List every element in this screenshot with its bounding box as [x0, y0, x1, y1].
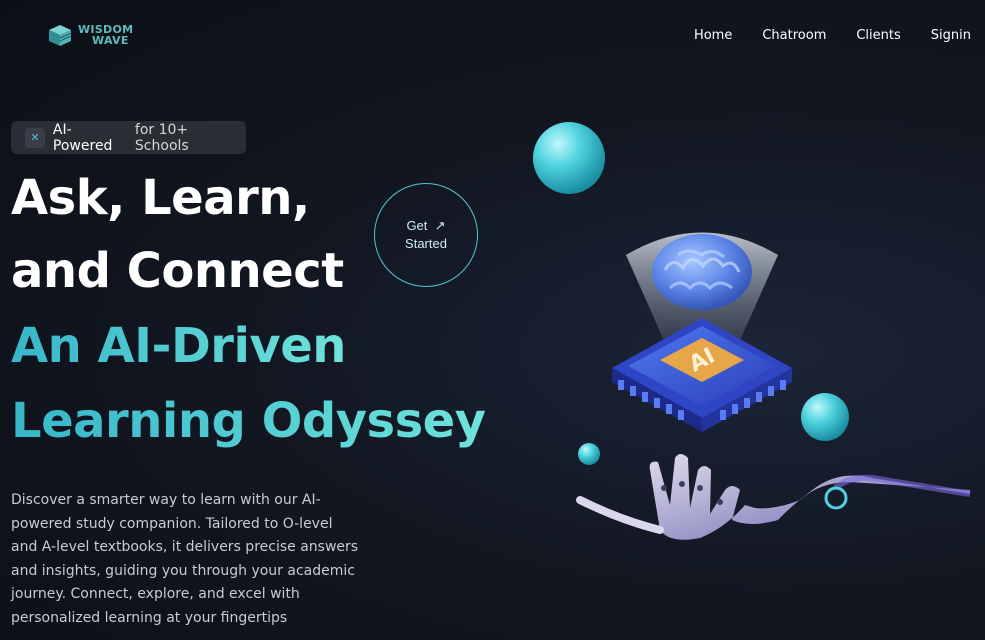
headline-line-4: Learning Odyssey — [11, 393, 486, 449]
sphere-small — [578, 443, 600, 465]
headline-line-1: Ask, Learn, — [11, 170, 310, 226]
cta-line-1: Get — [406, 218, 428, 233]
sparkle-icon: ✕ — [25, 127, 45, 148]
arrow-up-right-icon: ↗ — [431, 218, 446, 233]
brand-line2: WAVE — [92, 34, 129, 47]
nav-signin[interactable]: Signin — [931, 28, 971, 43]
books-icon — [49, 25, 72, 46]
brand-name: WISDOM WAVE — [78, 24, 133, 46]
nav-home[interactable]: Home — [694, 28, 732, 43]
main-nav: Home Chatroom Clients Signin — [664, 28, 971, 43]
ai-powered-badge: ✕ AI-Powered for 10+ Schools — [11, 121, 246, 154]
sphere-right — [801, 393, 849, 441]
headline-line-3: An AI-Driven — [11, 318, 346, 374]
cta-line-1-wrap: Get ↗ — [406, 217, 445, 235]
badge-rest: for 10+ Schools — [134, 121, 189, 154]
ai-chip-hand-illustration: AI — [533, 122, 971, 540]
nav-chatroom[interactable]: Chatroom — [762, 28, 826, 43]
hero-description: Discover a smarter way to learn with our… — [11, 492, 359, 626]
brand-logo[interactable]: WISDOM WAVE — [46, 22, 133, 48]
get-started-button[interactable]: Get ↗ Started — [374, 183, 478, 287]
headline-line-2: and Connect — [11, 243, 344, 299]
cta-line-2: Started — [405, 236, 447, 251]
sphere-top — [533, 122, 605, 194]
badge-strong: AI-Powered — [52, 121, 113, 154]
nav-clients[interactable]: Clients — [856, 28, 900, 43]
